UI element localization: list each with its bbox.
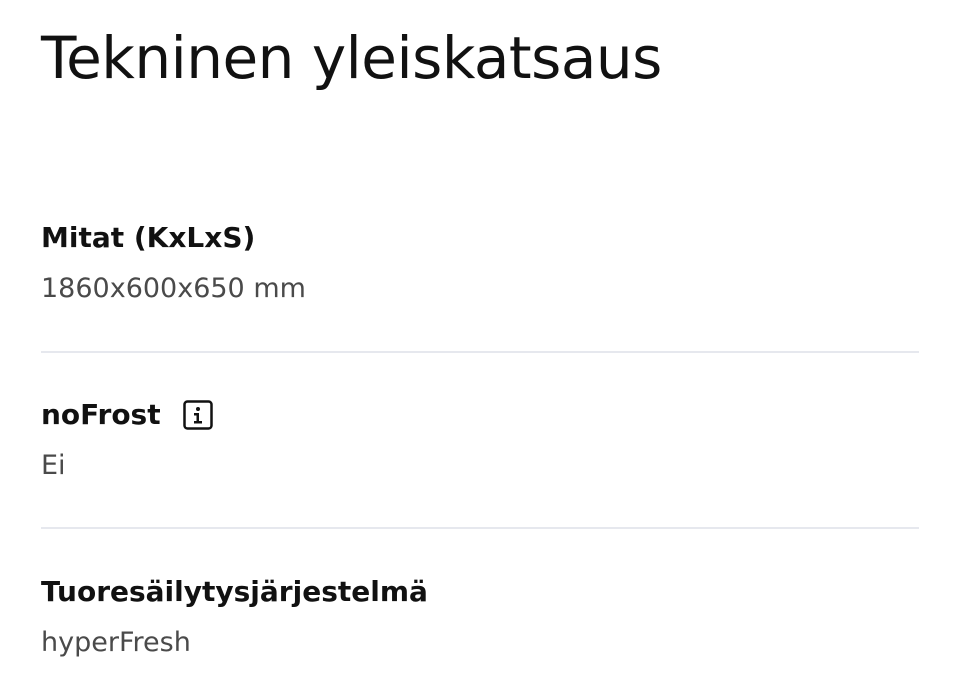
info-icon[interactable] [182, 400, 213, 430]
divider [41, 527, 919, 529]
spec-row-nofrost: noFrost Ei [41, 397, 919, 497]
spec-label-line: noFrost [41, 397, 213, 433]
spec-value: Ei [41, 450, 66, 481]
spec-row-dimensions: Mitat (KxLxS) 1860x600x650 mm [41, 220, 919, 320]
spec-row-fresh-system: Tuoresäilytysjärjestelmä hyperFresh [41, 574, 919, 674]
spec-value: 1860x600x650 mm [41, 273, 306, 304]
divider [41, 351, 919, 353]
spec-label: Tuoresäilytysjärjestelmä [41, 575, 428, 608]
spec-label: noFrost [41, 398, 161, 431]
spec-label-line: Tuoresäilytysjärjestelmä [41, 574, 428, 610]
spec-label-line: Mitat (KxLxS) [41, 220, 255, 256]
page-title: Tekninen yleiskatsaus [41, 24, 662, 92]
spec-value: hyperFresh [41, 627, 191, 658]
spec-label: Mitat (KxLxS) [41, 221, 256, 254]
